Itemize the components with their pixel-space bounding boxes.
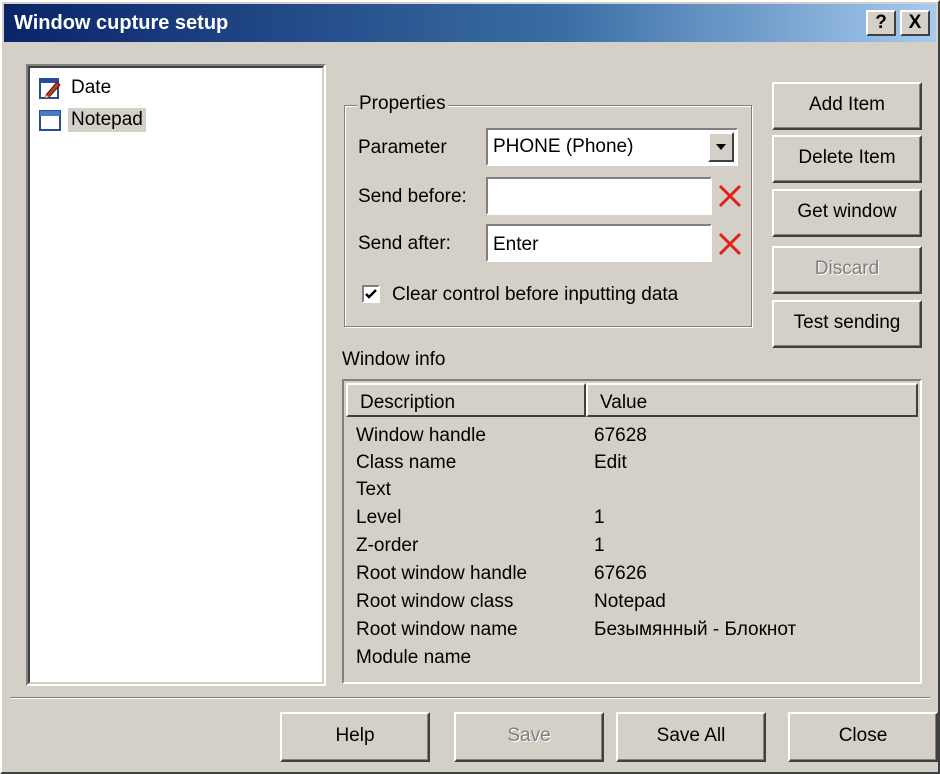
row-description: Class name (356, 452, 457, 473)
row-description: Level (356, 507, 402, 528)
row-value (594, 647, 894, 674)
row-description: Root window handle (356, 563, 528, 584)
row-value: 1 (594, 535, 605, 556)
column-header-value[interactable]: Value (586, 383, 918, 417)
footer-divider (10, 697, 930, 699)
title-bar[interactable]: Window cupture setup ? X (4, 4, 936, 42)
send-before-label: Send before: (358, 186, 467, 207)
properties-legend: Properties (357, 93, 448, 115)
column-header-description[interactable]: Description (346, 383, 586, 417)
help-title-button[interactable]: ? (866, 10, 896, 36)
parameter-value: PHONE (Phone) (493, 136, 634, 157)
checkmark-icon (365, 289, 377, 299)
table-row[interactable]: Text (356, 479, 894, 506)
send-after-input[interactable]: Enter (486, 224, 712, 262)
clear-send-after-icon[interactable] (716, 230, 744, 258)
chevron-down-icon (716, 144, 726, 150)
tree-item-label: Notepad (68, 108, 146, 132)
table-row[interactable]: Class name Edit (356, 452, 894, 479)
row-value (594, 479, 894, 506)
window-icon (39, 110, 61, 131)
row-description: Root window name (356, 619, 518, 640)
close-button[interactable]: Close (788, 712, 938, 762)
window-info-label: Window info (342, 349, 446, 370)
combobox-dropdown-button[interactable] (708, 132, 734, 162)
save-all-button[interactable]: Save All (616, 712, 766, 762)
row-description: Window handle (356, 425, 486, 446)
table-row[interactable]: Module name (356, 647, 894, 674)
tree-item-label: Date (71, 77, 112, 98)
tree-item-date[interactable]: Date (38, 74, 114, 102)
close-title-button[interactable]: X (900, 10, 930, 36)
row-description: Root window class (356, 591, 514, 612)
add-item-button[interactable]: Add Item (772, 82, 922, 130)
row-description: Text (356, 479, 391, 500)
table-row[interactable]: Z-order 1 (356, 535, 894, 562)
get-window-button[interactable]: Get window (772, 189, 922, 237)
window-title: Window cupture setup (14, 12, 229, 34)
close-icon: X (908, 12, 922, 33)
pencil-document-icon (39, 78, 61, 99)
row-value: Edit (594, 452, 627, 473)
question-icon: ? (875, 12, 887, 33)
test-sending-button[interactable]: Test sending (772, 300, 922, 348)
table-row[interactable]: Root window handle 67626 (356, 563, 894, 590)
list-header: Description Value (346, 383, 918, 417)
clear-control-checkbox[interactable] (362, 285, 380, 303)
row-value: 67626 (594, 563, 647, 584)
dialog-window: Window cupture setup ? X Date Notepad Pr… (0, 0, 940, 774)
window-info-list[interactable]: Description Value Window handle 67628 Cla… (342, 379, 922, 684)
delete-item-button[interactable]: Delete Item (772, 135, 922, 183)
row-description: Z-order (356, 535, 419, 556)
item-tree[interactable]: Date Notepad (26, 64, 326, 686)
table-row[interactable]: Root window class Notepad (356, 591, 894, 618)
clear-send-before-icon[interactable] (716, 182, 744, 210)
tree-item-notepad[interactable]: Notepad (38, 106, 146, 134)
parameter-label: Parameter (358, 137, 447, 158)
discard-button[interactable]: Discard (772, 246, 922, 294)
help-button[interactable]: Help (280, 712, 430, 762)
table-row[interactable]: Window handle 67628 (356, 425, 894, 452)
clear-control-label: Clear control before inputting data (392, 284, 679, 305)
item-tree-frame: Date Notepad (28, 66, 324, 684)
send-after-label: Send after: (358, 233, 451, 254)
row-value: 67628 (594, 425, 647, 446)
row-description: Module name (356, 647, 472, 668)
row-value: 1 (594, 507, 605, 528)
row-value: Безымянный - Блокнот (594, 619, 797, 640)
parameter-combobox[interactable]: PHONE (Phone) (486, 128, 738, 166)
table-row[interactable]: Root window name Безымянный - Блокнот (356, 619, 894, 646)
send-after-value: Enter (493, 234, 539, 255)
table-row[interactable]: Level 1 (356, 507, 894, 534)
save-button[interactable]: Save (454, 712, 604, 762)
send-before-input[interactable] (486, 177, 712, 215)
row-value: Notepad (594, 591, 666, 612)
